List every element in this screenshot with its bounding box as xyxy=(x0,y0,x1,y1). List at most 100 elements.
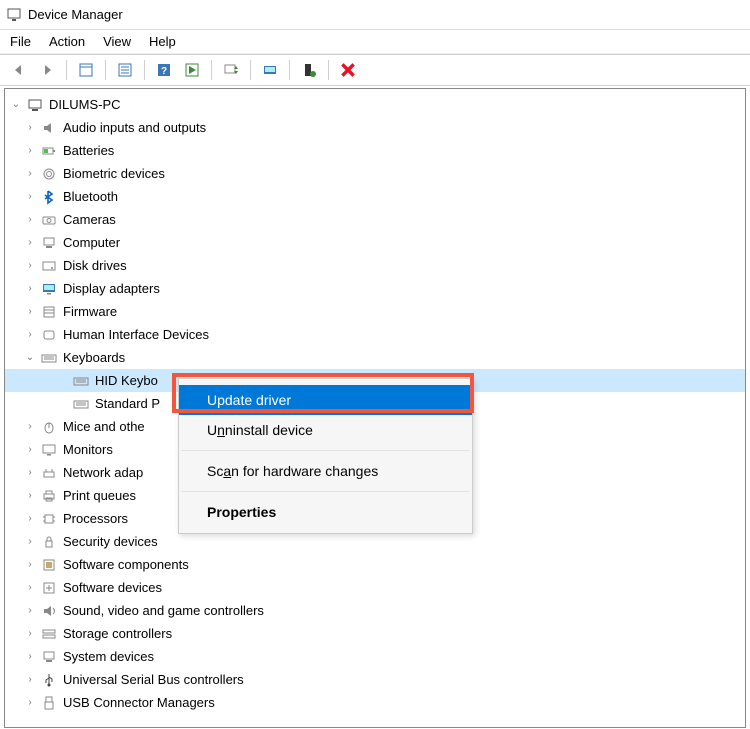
category-label: Mice and othe xyxy=(61,419,147,434)
root-label: DILUMS-PC xyxy=(47,97,123,112)
expand-icon[interactable]: › xyxy=(23,191,37,202)
category-icon xyxy=(41,281,57,297)
tree-category[interactable]: ›Software components xyxy=(5,553,745,576)
category-icon xyxy=(41,695,57,711)
context-menu: Update driver Unninstall device Scan for… xyxy=(178,378,473,534)
expand-icon[interactable]: › xyxy=(23,582,37,593)
category-icon xyxy=(41,488,57,504)
tree-category[interactable]: › Batteries xyxy=(5,139,745,162)
expand-icon[interactable]: › xyxy=(23,260,37,271)
category-icon xyxy=(41,557,57,573)
category-icon xyxy=(41,350,57,366)
tree-category[interactable]: › Audio inputs and outputs xyxy=(5,116,745,139)
scan-hardware-button[interactable] xyxy=(257,57,283,83)
show-hide-console-button[interactable] xyxy=(73,57,99,83)
expand-icon[interactable]: › xyxy=(23,444,37,455)
category-label: Keyboards xyxy=(61,350,127,365)
category-label: USB Connector Managers xyxy=(61,695,217,710)
expand-icon[interactable]: › xyxy=(23,536,37,547)
keyboard-icon xyxy=(73,396,89,412)
tree-category[interactable]: ›Human Interface Devices xyxy=(5,323,745,346)
category-icon xyxy=(41,143,57,159)
expand-icon[interactable]: › xyxy=(23,421,37,432)
expand-icon[interactable]: › xyxy=(23,283,37,294)
category-icon xyxy=(41,603,57,619)
forward-button[interactable] xyxy=(34,57,60,83)
menubar: File Action View Help xyxy=(0,30,750,54)
category-icon xyxy=(41,419,57,435)
tree-category[interactable]: ›Sound, video and game controllers xyxy=(5,599,745,622)
menu-file[interactable]: File xyxy=(10,34,31,49)
expand-icon[interactable]: › xyxy=(23,145,37,156)
category-label: Batteries xyxy=(61,143,116,158)
help-button[interactable]: ? xyxy=(151,57,177,83)
tree-category[interactable]: ›Universal Serial Bus controllers xyxy=(5,668,745,691)
category-icon xyxy=(41,580,57,596)
expand-icon[interactable]: › xyxy=(23,467,37,478)
category-label: Cameras xyxy=(61,212,118,227)
expand-icon[interactable]: › xyxy=(23,697,37,708)
menu-action[interactable]: Action xyxy=(49,34,85,49)
category-icon xyxy=(41,465,57,481)
tree-category[interactable]: › USB Connector Managers xyxy=(5,691,745,714)
category-icon xyxy=(41,304,57,320)
collapse-icon[interactable]: ⌄ xyxy=(23,352,37,363)
menu-view[interactable]: View xyxy=(103,34,131,49)
expand-icon[interactable]: › xyxy=(23,329,37,340)
back-button[interactable] xyxy=(6,57,32,83)
tree-category[interactable]: ›Software devices xyxy=(5,576,745,599)
category-icon xyxy=(41,212,57,228)
expand-icon[interactable]: › xyxy=(23,674,37,685)
category-icon xyxy=(41,258,57,274)
ctx-separator xyxy=(181,491,470,492)
category-label: Disk drives xyxy=(61,258,129,273)
tree-category[interactable]: › Disk drives xyxy=(5,254,745,277)
expand-icon[interactable]: › xyxy=(23,559,37,570)
tree-category[interactable]: › Computer xyxy=(5,231,745,254)
expand-icon[interactable]: › xyxy=(23,628,37,639)
toolbar-sep xyxy=(66,60,67,80)
ctx-update-driver[interactable]: Update driver xyxy=(179,385,472,415)
app-icon xyxy=(6,7,22,23)
expand-icon[interactable]: › xyxy=(23,513,37,524)
expand-icon[interactable]: › xyxy=(23,122,37,133)
tree-category[interactable]: ›Biometric devices xyxy=(5,162,745,185)
toolbar-sep xyxy=(250,60,251,80)
ctx-separator xyxy=(181,450,470,451)
tree-category[interactable]: ›Bluetooth xyxy=(5,185,745,208)
menu-help[interactable]: Help xyxy=(149,34,176,49)
properties-button[interactable] xyxy=(112,57,138,83)
tree-category[interactable]: ›Storage controllers xyxy=(5,622,745,645)
expand-icon[interactable]: › xyxy=(23,605,37,616)
expand-icon[interactable]: › xyxy=(23,490,37,501)
tree-category[interactable]: ›System devices xyxy=(5,645,745,668)
category-icon xyxy=(41,120,57,136)
expand-icon[interactable]: › xyxy=(23,306,37,317)
action-button[interactable] xyxy=(179,57,205,83)
category-icon xyxy=(41,511,57,527)
category-label: Computer xyxy=(61,235,122,250)
window-title: Device Manager xyxy=(28,7,123,22)
expand-icon[interactable]: › xyxy=(23,651,37,662)
category-label: Network adap xyxy=(61,465,145,480)
expand-icon[interactable]: ⌄ xyxy=(9,99,23,110)
category-icon xyxy=(41,442,57,458)
ctx-scan-hardware[interactable]: Scan for hardware changes xyxy=(179,456,472,486)
expand-icon[interactable]: › xyxy=(23,214,37,225)
toolbar-sep xyxy=(328,60,329,80)
add-hardware-button[interactable] xyxy=(296,57,322,83)
toolbar-sep xyxy=(289,60,290,80)
toolbar-sep xyxy=(211,60,212,80)
uninstall-button[interactable] xyxy=(335,57,361,83)
update-driver-button[interactable] xyxy=(218,57,244,83)
tree-category[interactable]: ›Display adapters xyxy=(5,277,745,300)
tree-category[interactable]: ›Firmware xyxy=(5,300,745,323)
ctx-properties[interactable]: Properties xyxy=(179,497,472,527)
expand-icon[interactable]: › xyxy=(23,237,37,248)
computer-icon xyxy=(27,97,43,113)
ctx-uninstall-device[interactable]: Unninstall device xyxy=(179,415,472,445)
tree-category[interactable]: › Cameras xyxy=(5,208,745,231)
expand-icon[interactable]: › xyxy=(23,168,37,179)
category-icon xyxy=(41,189,57,205)
category-label: Audio inputs and outputs xyxy=(61,120,208,135)
